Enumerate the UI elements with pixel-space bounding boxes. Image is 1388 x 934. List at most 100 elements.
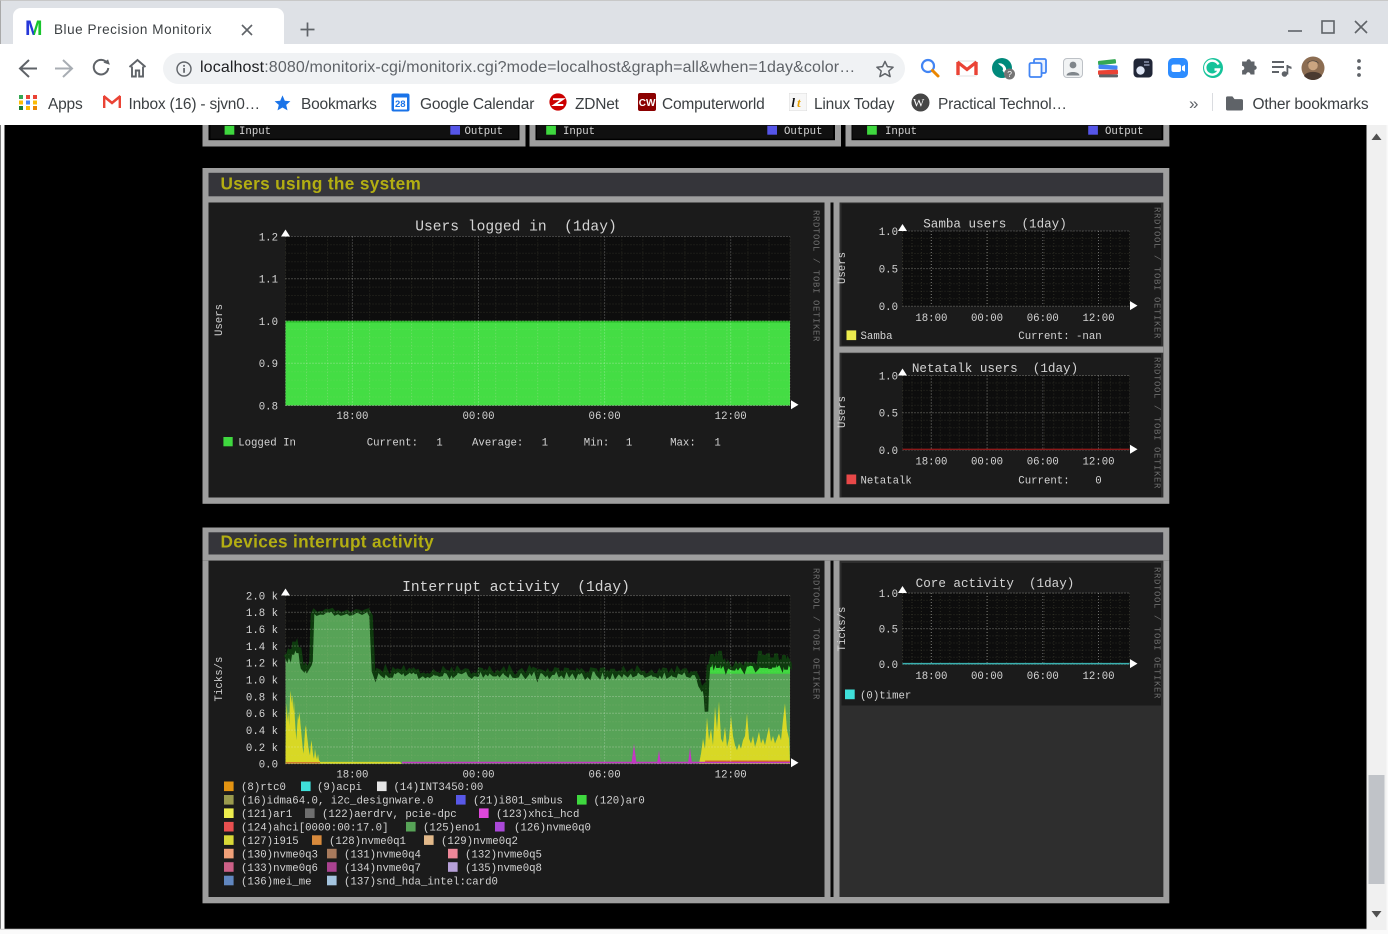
svg-text:Samba: Samba: [861, 331, 894, 343]
svg-text:28: 28: [395, 99, 406, 110]
svg-text:(125)eno1: (125)eno1: [423, 823, 481, 835]
svg-text:Users logged in (1day): Users logged in (1day): [415, 219, 616, 235]
svg-text:00:00: 00:00: [462, 770, 494, 782]
svg-text:(14)INT3450:00: (14)INT3450:00: [394, 782, 484, 794]
svg-text:(137)snd_hda_intel:card0: (137)snd_hda_intel:card0: [344, 876, 498, 888]
svg-text:Users: Users: [837, 396, 849, 428]
svg-text:(9)acpi: (9)acpi: [317, 782, 362, 794]
svg-text:1: 1: [626, 438, 632, 450]
svg-text:(120)ar0: (120)ar0: [594, 796, 645, 808]
svg-text:12:00: 12:00: [1082, 457, 1114, 469]
svg-text:(133)nvme0q6: (133)nvme0q6: [241, 863, 318, 875]
svg-text:(127)i915: (127)i915: [241, 836, 299, 848]
svg-text:12:00: 12:00: [715, 411, 747, 423]
svg-text:00:00: 00:00: [971, 313, 1003, 325]
svg-text:00:00: 00:00: [971, 671, 1003, 683]
svg-text:0.0: 0.0: [879, 302, 898, 314]
svg-text:1.6 k: 1.6 k: [246, 625, 278, 637]
svg-text:0.0: 0.0: [259, 760, 278, 772]
svg-text:RRDTOOL / TOBI OETIKER: RRDTOOL / TOBI OETIKER: [811, 568, 821, 700]
svg-text:Core activity (1day): Core activity (1day): [916, 577, 1075, 591]
svg-text:(129)nvme0q2: (129)nvme0q2: [441, 836, 518, 848]
svg-text:Current: 0: Current: 0: [1018, 475, 1101, 487]
svg-text:0.4 k: 0.4 k: [246, 726, 278, 738]
svg-text:0.5: 0.5: [879, 625, 898, 637]
svg-text:1.0: 1.0: [879, 371, 898, 383]
svg-text:1.2: 1.2: [259, 232, 278, 244]
svg-text:2.0 k: 2.0 k: [246, 591, 278, 603]
svg-text:1.1: 1.1: [259, 275, 278, 287]
svg-text:(8)rtc0: (8)rtc0: [241, 782, 286, 794]
svg-text:(130)nvme0q3: (130)nvme0q3: [241, 850, 318, 862]
svg-text:1.0: 1.0: [259, 317, 278, 329]
svg-text:Netatalk: Netatalk: [861, 475, 912, 487]
svg-text:00:00: 00:00: [462, 411, 494, 423]
svg-text:Output: Output: [465, 126, 503, 138]
svg-text:Users: Users: [837, 252, 849, 284]
svg-text:1: 1: [542, 438, 548, 450]
svg-text:Output: Output: [1105, 126, 1143, 138]
svg-text:(136)mei_me: (136)mei_me: [241, 876, 312, 888]
svg-text:00:00: 00:00: [971, 457, 1003, 469]
svg-text:(135)nvme0q8: (135)nvme0q8: [465, 863, 542, 875]
svg-text:06:00: 06:00: [1027, 671, 1059, 683]
svg-text:Current: -nan: Current: -nan: [1018, 331, 1101, 343]
svg-text:Min:: Min:: [584, 438, 610, 450]
svg-text:0.0: 0.0: [879, 660, 898, 672]
svg-text:18:00: 18:00: [915, 457, 947, 469]
svg-text:1: 1: [714, 438, 720, 450]
svg-text:(16)idma64.0, i2c_designware.0: (16)idma64.0, i2c_designware.0: [241, 796, 433, 808]
svg-text:RRDTOOL / TOBI OETIKER: RRDTOOL / TOBI OETIKER: [811, 210, 821, 342]
svg-text:Output: Output: [784, 126, 822, 138]
svg-text:(121)ar1: (121)ar1: [241, 809, 292, 821]
svg-text:Samba users (1day): Samba users (1day): [923, 218, 1067, 232]
svg-text:RRDTOOL / TOBI OETIKER: RRDTOOL / TOBI OETIKER: [1152, 357, 1162, 489]
svg-text:(132)nvme0q5: (132)nvme0q5: [465, 850, 542, 862]
svg-text:06:00: 06:00: [1027, 457, 1059, 469]
svg-text:RRDTOOL / TOBI OETIKER: RRDTOOL / TOBI OETIKER: [1152, 567, 1162, 699]
svg-text:(134)nvme0q7: (134)nvme0q7: [344, 863, 421, 875]
svg-text:1.0: 1.0: [879, 227, 898, 239]
svg-text:1.2 k: 1.2 k: [246, 659, 278, 671]
svg-text:0.8: 0.8: [259, 401, 278, 413]
svg-text:12:00: 12:00: [1082, 313, 1114, 325]
svg-text:06:00: 06:00: [1027, 313, 1059, 325]
svg-text:1.4 k: 1.4 k: [246, 642, 278, 654]
svg-text:(21)i801_smbus: (21)i801_smbus: [473, 796, 563, 808]
svg-text:Input: Input: [563, 126, 595, 138]
svg-text:1.0: 1.0: [879, 589, 898, 601]
svg-text:W: W: [913, 96, 925, 110]
svg-text:(0)timer: (0)timer: [860, 690, 911, 702]
svg-text:18:00: 18:00: [336, 411, 368, 423]
svg-text:Users: Users: [214, 304, 226, 336]
svg-text:Logged In: Logged In: [238, 438, 296, 450]
svg-text:Netatalk users (1day): Netatalk users (1day): [912, 362, 1078, 376]
svg-text:(122)aerdrv, pcie-dpc: (122)aerdrv, pcie-dpc: [322, 809, 457, 821]
svg-text:0.2 k: 0.2 k: [246, 743, 278, 755]
svg-text:Interrupt activity (1day): Interrupt activity (1day): [402, 580, 630, 596]
svg-text:0.0: 0.0: [879, 446, 898, 458]
svg-text:Max:: Max:: [670, 438, 696, 450]
svg-text:1: 1: [436, 438, 442, 450]
svg-text:l: l: [791, 95, 795, 110]
svg-text:0.9: 0.9: [259, 359, 278, 371]
svg-text:(126)nvme0q0: (126)nvme0q0: [514, 823, 591, 835]
svg-text:CW: CW: [638, 98, 655, 109]
svg-text:0.6 k: 0.6 k: [246, 709, 278, 721]
svg-text:1.8 k: 1.8 k: [246, 608, 278, 620]
svg-text:Average:: Average:: [472, 438, 523, 450]
svg-text:0.5: 0.5: [879, 265, 898, 277]
svg-text:(123)xhci_hcd: (123)xhci_hcd: [496, 809, 579, 821]
svg-text:Current:: Current:: [367, 438, 418, 450]
svg-text:?: ?: [1007, 69, 1012, 79]
svg-text:Input: Input: [239, 126, 271, 138]
svg-text:12:00: 12:00: [1082, 671, 1114, 683]
svg-text:12:00: 12:00: [715, 770, 747, 782]
svg-text:18:00: 18:00: [915, 671, 947, 683]
svg-text:18:00: 18:00: [915, 313, 947, 325]
svg-text:06:00: 06:00: [589, 411, 621, 423]
svg-text:1.0 k: 1.0 k: [246, 676, 278, 688]
svg-text:(124)ahci[0000:00:17.0]: (124)ahci[0000:00:17.0]: [241, 823, 389, 835]
svg-text:Ticks/s: Ticks/s: [837, 607, 849, 652]
svg-text:Devices interrupt activity: Devices interrupt activity: [221, 532, 435, 552]
